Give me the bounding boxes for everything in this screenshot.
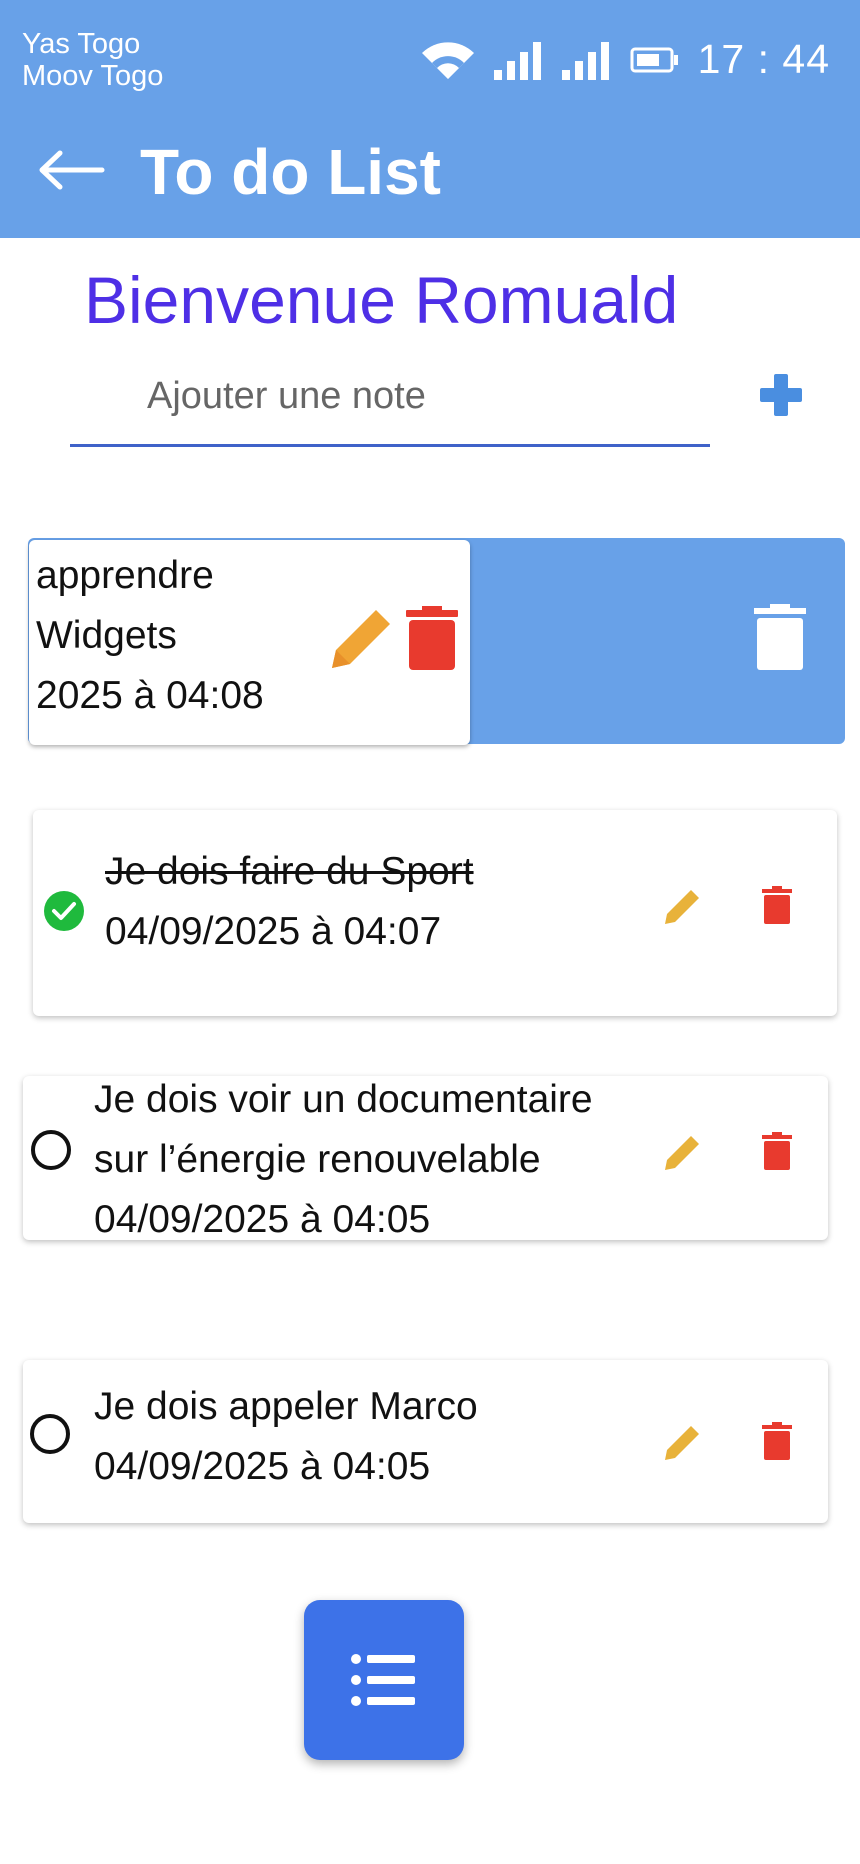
todo-item-1-line1: apprendre (36, 554, 214, 597)
carrier-1: Yas Togo (22, 28, 141, 60)
todo-item-4-text: Je dois appeler Marco (94, 1385, 478, 1428)
page-title: To do List (140, 136, 441, 208)
wifi-icon (421, 41, 474, 79)
edit-icon[interactable] (328, 602, 394, 672)
unchecked-circle-icon[interactable] (30, 1129, 72, 1171)
todo-item-3-date: 04/09/2025 à 04:05 (94, 1198, 431, 1241)
todo-item-4[interactable]: Je dois appeler Marco 04/09/2025 à 04:05 (23, 1360, 828, 1523)
back-arrow-icon[interactable] (36, 150, 106, 190)
carrier-info: Yas Togo Moov Togo (22, 28, 163, 92)
note-field (70, 360, 710, 447)
todo-item-3-text-line2: sur l’énergie renouvelable (94, 1138, 541, 1181)
todo-item-2[interactable]: Je dois faire du Sport 04/09/2025 à 04:0… (33, 810, 837, 1016)
clock: 17 : 44 (697, 36, 830, 82)
app-bar: Yas Togo Moov Togo 17 : 44 To do List (0, 0, 860, 238)
add-note-button[interactable] (758, 372, 804, 418)
todo-item-1[interactable]: apprendre Widgets 2025 à 04:08 (29, 540, 470, 745)
carrier-2: Moov Togo (22, 60, 164, 92)
todo-item-3-text-line1: Je dois voir un documentaire (94, 1078, 593, 1121)
edit-icon[interactable] (663, 1422, 703, 1462)
todo-item-3[interactable]: Je dois voir un documentaire sur l’énerg… (23, 1076, 828, 1241)
todo-item-2-text: Je dois faire du Sport (105, 850, 474, 893)
list-fab-button[interactable] (304, 1600, 464, 1760)
delete-icon[interactable] (762, 886, 792, 924)
welcome-heading: Bienvenue Romuald (84, 263, 679, 337)
signal-icon-sim2 (561, 41, 609, 80)
todo-item-4-date: 04/09/2025 à 04:05 (94, 1445, 431, 1488)
edit-icon[interactable] (663, 886, 703, 926)
edit-icon[interactable] (663, 1132, 703, 1172)
todo-item-1-date: 2025 à 04:08 (36, 674, 264, 717)
todo-item-1-line2: Widgets (36, 614, 177, 657)
delete-icon[interactable] (762, 1422, 792, 1460)
delete-icon[interactable] (762, 1132, 792, 1170)
battery-icon (630, 47, 678, 72)
note-input[interactable] (145, 370, 689, 422)
signal-icon-sim1 (493, 41, 541, 80)
checked-circle-icon[interactable] (43, 890, 85, 932)
unchecked-circle-icon[interactable] (29, 1413, 71, 1455)
todo-item-2-date: 04/09/2025 à 04:07 (105, 910, 442, 953)
swipe-delete-icon (754, 604, 806, 670)
status-icons: 17 : 44 (420, 36, 830, 83)
delete-icon[interactable] (405, 606, 459, 670)
list-icon (351, 1654, 415, 1706)
